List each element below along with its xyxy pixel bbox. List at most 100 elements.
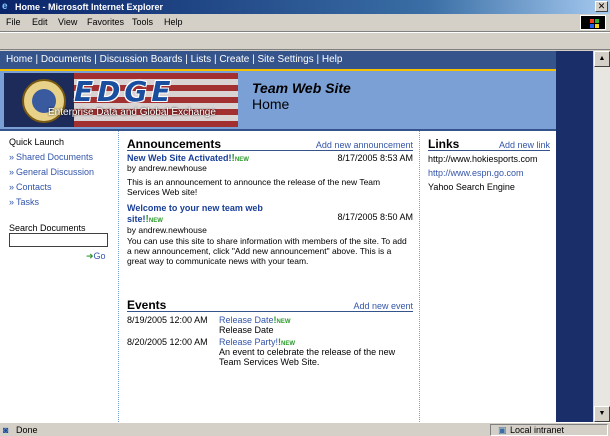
event-description: Release Date — [219, 325, 274, 335]
announcement-author: by andrew.newhouse — [127, 225, 207, 235]
add-event-link[interactable]: Add new event — [353, 301, 413, 311]
menu-edit[interactable]: Edit — [32, 17, 48, 27]
nav-separator: | — [316, 54, 320, 65]
bullet-icon: » — [9, 182, 15, 192]
page-viewport: Home | Documents | Discussion Boards | L… — [0, 51, 610, 422]
vertical-scrollbar[interactable]: ▲ ▼ — [593, 51, 610, 422]
announcement-date: 8/17/2005 8:50 AM — [337, 212, 413, 222]
go-label: Go — [93, 251, 106, 261]
events-title: Events — [127, 298, 167, 312]
announcement-item: Welcome to your new team web 8/17/2005 8… — [127, 203, 413, 279]
column-divider — [118, 131, 119, 422]
add-announcement-link[interactable]: Add new announcement — [316, 140, 413, 150]
column-divider — [419, 131, 420, 422]
quick-launch-shared-documents[interactable]: » Shared Documents — [9, 152, 93, 162]
go-arrow-icon: ➜ — [86, 251, 94, 261]
nav-lists[interactable]: Lists — [191, 54, 212, 65]
quick-launch-label: Shared Documents — [16, 152, 94, 162]
announcement-item: New Web Site Activated!!NEW 8/17/2005 8:… — [127, 153, 413, 201]
status-text: Done — [16, 425, 38, 435]
menu-view[interactable]: View — [58, 17, 77, 27]
site-banner: EDGE Enterprise Data and Global Exchange… — [0, 71, 556, 129]
nav-separator: | — [94, 54, 97, 65]
quick-launch-label: General Discussion — [16, 167, 95, 177]
menu-bar: File Edit View Favorites Tools Help — [0, 14, 610, 32]
nav-discussion-boards[interactable]: Discussion Boards — [100, 54, 183, 65]
logo-wordmark: EDGE — [74, 75, 175, 108]
menu-favorites[interactable]: Favorites — [87, 17, 124, 27]
new-badge: NEW — [148, 218, 163, 224]
event-item: 8/20/2005 12:00 AM Release Party!!NEW An… — [127, 337, 413, 371]
left-nav: Quick Launch » Shared Documents » General … — [0, 131, 118, 422]
links-title: Links — [428, 137, 460, 151]
announcement-title-link[interactable]: New Web Site Activated! — [127, 153, 232, 163]
scroll-up-button[interactable]: ▲ — [594, 51, 610, 67]
windows-logo-icon — [580, 15, 606, 30]
event-description: An event to celebrate the release of the… — [219, 347, 396, 367]
link-item[interactable]: Yahoo Search Engine — [428, 182, 515, 192]
nav-home[interactable]: Home — [6, 54, 33, 65]
event-title-link[interactable]: Release Date — [219, 315, 274, 325]
announcement-author: by andrew.newhouse — [127, 163, 207, 173]
quick-launch-label: Tasks — [16, 197, 40, 207]
announcements-header: Announcements Add new announcement — [127, 137, 413, 151]
link-item[interactable]: http://www.hokiesports.com — [428, 154, 538, 164]
security-zone: Local intranet — [510, 425, 565, 435]
announcements-title: Announcements — [127, 137, 222, 151]
menu-file[interactable]: File — [6, 17, 21, 27]
nav-help[interactable]: Help — [322, 54, 343, 65]
quick-launch-general-discussion[interactable]: » General Discussion — [9, 167, 94, 177]
announcement-title-link[interactable]: Welcome to your new team web — [127, 203, 263, 213]
nav-create[interactable]: Create — [219, 54, 249, 65]
page-side-band — [556, 51, 593, 422]
links-column: Links Add new link http://www.hokiesport… — [422, 131, 556, 422]
scroll-down-button[interactable]: ▼ — [594, 406, 610, 422]
nav-documents[interactable]: Documents — [41, 54, 92, 65]
site-title: Team Web Site — [252, 80, 351, 96]
links-header: Links Add new link — [428, 137, 550, 151]
nav-separator: | — [213, 54, 217, 65]
toolbar — [0, 32, 610, 50]
quick-launch-heading: Quick Launch — [9, 137, 65, 147]
nav-separator: | — [35, 54, 39, 65]
announcement-body: This is an announcement to announce the … — [127, 177, 381, 197]
event-title-link[interactable]: Release Party! — [219, 337, 278, 347]
quick-launch-contacts[interactable]: » Contacts — [9, 182, 52, 192]
internet-explorer-icon: e — [2, 1, 8, 12]
quick-launch-label: Contacts — [16, 182, 52, 192]
new-badge: NEW — [234, 157, 249, 163]
window-title: Home - Microsoft Internet Explorer — [15, 2, 164, 12]
page-title: Home — [252, 96, 290, 112]
top-navigation: Home | Documents | Discussion Boards | L… — [0, 51, 556, 69]
nav-site-settings[interactable]: Site Settings — [258, 54, 314, 65]
status-bar: ◙ Done ▣ Local intranet — [0, 422, 610, 436]
logo-tagline: Enterprise Data and Global Exchange — [48, 107, 216, 118]
announcement-body: You can use this site to share informati… — [127, 236, 407, 266]
nav-separator: | — [252, 54, 255, 65]
intranet-icon: ▣ — [498, 425, 507, 435]
event-date: 8/20/2005 12:00 AM — [127, 337, 208, 347]
menu-tools[interactable]: Tools — [132, 17, 153, 27]
announcement-date: 8/17/2005 8:53 AM — [337, 153, 413, 163]
quick-launch-tasks[interactable]: » Tasks — [9, 197, 39, 207]
add-link-link[interactable]: Add new link — [499, 140, 550, 150]
event-date: 8/19/2005 12:00 AM — [127, 315, 208, 325]
announcement-title-line: Welcome to your new team web — [127, 203, 263, 213]
page-icon: ◙ — [3, 425, 9, 435]
search-label: Search Documents — [9, 223, 86, 233]
bullet-icon: » — [9, 167, 15, 177]
search-input[interactable] — [9, 233, 108, 247]
menu-help[interactable]: Help — [164, 17, 183, 27]
link-item[interactable]: http://www.espn.go.com — [428, 168, 524, 178]
window-titlebar: e Home - Microsoft Internet Explorer ✕ — [0, 0, 610, 14]
search-go-button[interactable]: ➜Go — [86, 251, 106, 262]
bullet-icon: » — [9, 152, 15, 162]
event-item: 8/19/2005 12:00 AM Release Date!NEW Rele… — [127, 315, 413, 335]
close-button[interactable]: ✕ — [595, 1, 608, 12]
nav-separator: | — [185, 54, 188, 65]
announcement-title-line: site! — [127, 214, 146, 224]
edge-logo[interactable]: EDGE Enterprise Data and Global Exchange — [4, 73, 238, 127]
events-header: Events Add new event — [127, 298, 413, 312]
bullet-icon: » — [9, 197, 15, 207]
main-content: Announcements Add new announcement New W… — [122, 131, 416, 422]
